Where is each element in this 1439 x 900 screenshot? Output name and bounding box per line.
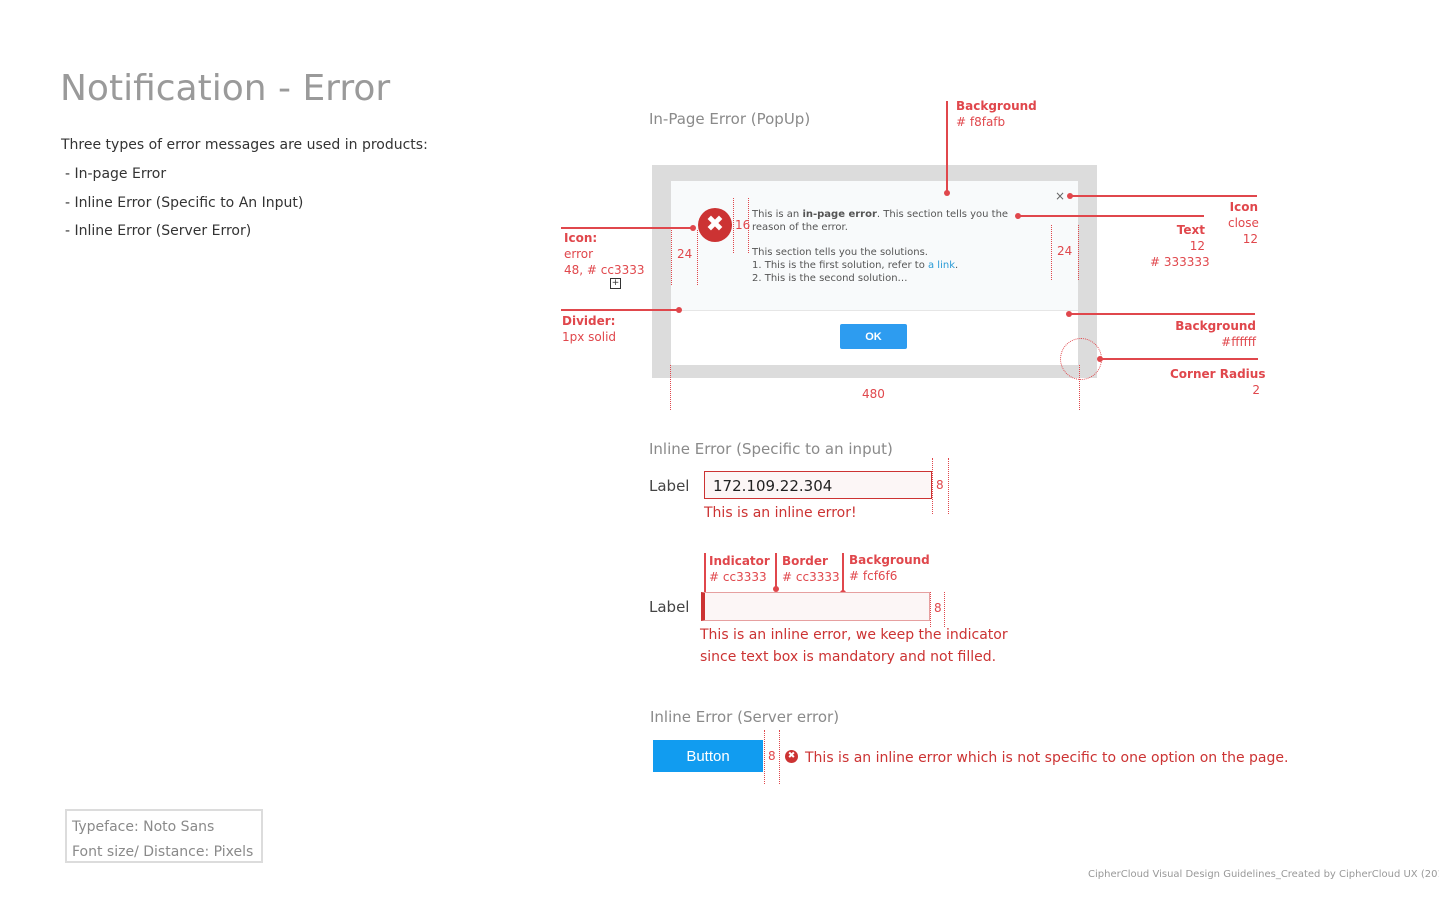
dim-line <box>944 592 945 627</box>
primary-button[interactable]: Button <box>653 740 763 772</box>
annot-line-divider <box>561 309 679 311</box>
dim-line <box>1051 225 1052 280</box>
annot-line-text <box>1018 215 1204 217</box>
annot-dot <box>1015 213 1021 219</box>
dim-line <box>733 198 734 253</box>
popup-section-title: In-Page Error (PopUp) <box>649 110 811 128</box>
dim-line <box>697 230 698 285</box>
annot-line-close <box>1070 195 1257 197</box>
annot-border: Border # cc3333 <box>782 554 840 584</box>
dim-line <box>932 458 933 514</box>
inline-section-title: Inline Error (Specific to an input) <box>649 440 893 458</box>
popup-solution-2: 2. This is the second solution… <box>752 273 908 284</box>
fontsize-line: Font size/ Distance: Pixels <box>72 844 254 860</box>
annot-background-white: Background #ffffff <box>1175 319 1256 349</box>
dim-line <box>779 730 780 784</box>
annot-icon-close: Icon close 12 <box>1228 200 1259 246</box>
annot-indicator: Indicator # cc3333 <box>709 554 770 584</box>
popup-solution-1: 1. This is the first solution, refer to … <box>752 260 959 271</box>
dim-24-left: 24 <box>677 247 693 261</box>
annot-divider: Divider: 1px solid <box>562 314 617 344</box>
field1-error: This is an inline error! <box>704 505 857 521</box>
dim-16: 16 <box>735 218 751 232</box>
annot-dot <box>1097 356 1103 362</box>
annot-background-top: Background # f8fafb <box>956 99 1037 129</box>
close-icon[interactable]: × <box>1055 189 1065 203</box>
dim-line <box>1079 365 1080 410</box>
type-item-in-page: - In-page Error <box>65 166 167 182</box>
dim-line <box>1078 225 1079 280</box>
annot-line-border <box>775 553 777 587</box>
annot-dot <box>1067 193 1073 199</box>
page-title: Notification - Error <box>60 68 391 109</box>
typeface-line: Typeface: Noto Sans <box>72 819 215 835</box>
annot-line-error-icon <box>561 227 694 229</box>
solution-link[interactable]: a link <box>928 260 955 271</box>
corner-radius-marker <box>1060 338 1102 380</box>
mandatory-input[interactable] <box>701 592 930 621</box>
annot-dot <box>1066 311 1072 317</box>
dim-24-right: 24 <box>1057 244 1073 258</box>
annot-dot <box>944 190 950 196</box>
annot-line-inline-bg <box>842 553 844 591</box>
annot-dot <box>676 307 682 313</box>
plus-icon: + <box>610 278 621 289</box>
popup-reason: This is an in-page error. This section t… <box>752 209 1009 233</box>
type-item-inline-input: - Inline Error (Specific to An Input) <box>65 195 304 211</box>
intro-text: Three types of error messages are used i… <box>61 137 428 153</box>
annot-icon-error: Icon: error 48, # cc3333 <box>564 231 645 277</box>
dim-8: 8 <box>768 749 776 763</box>
annot-line-background <box>946 101 948 193</box>
server-error-message: This is an inline error which is not spe… <box>805 750 1289 766</box>
annot-line-indicator <box>704 553 706 593</box>
annot-line-bg-white <box>1070 313 1255 315</box>
dim-8: 8 <box>936 478 944 492</box>
dim-8: 8 <box>934 601 942 615</box>
field2-error-line1: This is an inline error, we keep the ind… <box>700 627 1008 643</box>
field2-error-line2: since text box is mandatory and not fill… <box>700 649 997 665</box>
dim-line <box>764 730 765 784</box>
server-section-title: Inline Error (Server error) <box>650 708 840 726</box>
dim-480: 480 <box>862 387 885 401</box>
type-item-inline-server: - Inline Error (Server Error) <box>65 223 252 239</box>
dim-line <box>671 230 672 285</box>
error-icon: ✖ <box>698 208 732 242</box>
error-icon-small: ✖ <box>785 750 798 763</box>
annot-corner-radius: Corner Radius 2 <box>1170 367 1266 397</box>
dim-line <box>948 458 949 514</box>
field2-label: Label <box>649 598 690 616</box>
dim-line <box>670 365 671 410</box>
annot-dot <box>690 225 696 231</box>
annot-text: Text 12 # 333333 <box>1150 223 1210 269</box>
dim-line <box>930 592 931 627</box>
footer-credit: CipherCloud Visual Design Guidelines_Cre… <box>1088 869 1439 880</box>
popup-solutions-intro: This section tells you the solutions. <box>752 247 928 258</box>
ok-button[interactable]: OK <box>840 324 907 349</box>
ip-address-input[interactable]: 172.109.22.304 <box>704 471 932 499</box>
annot-inline-background: Background # fcf6f6 <box>849 553 930 583</box>
annot-line-corner <box>1100 358 1258 360</box>
typeface-note: Typeface: Noto Sans Font size/ Distance:… <box>65 809 263 863</box>
field1-label: Label <box>649 477 690 495</box>
popup-message: This is an in-page error. This section t… <box>752 208 1042 285</box>
